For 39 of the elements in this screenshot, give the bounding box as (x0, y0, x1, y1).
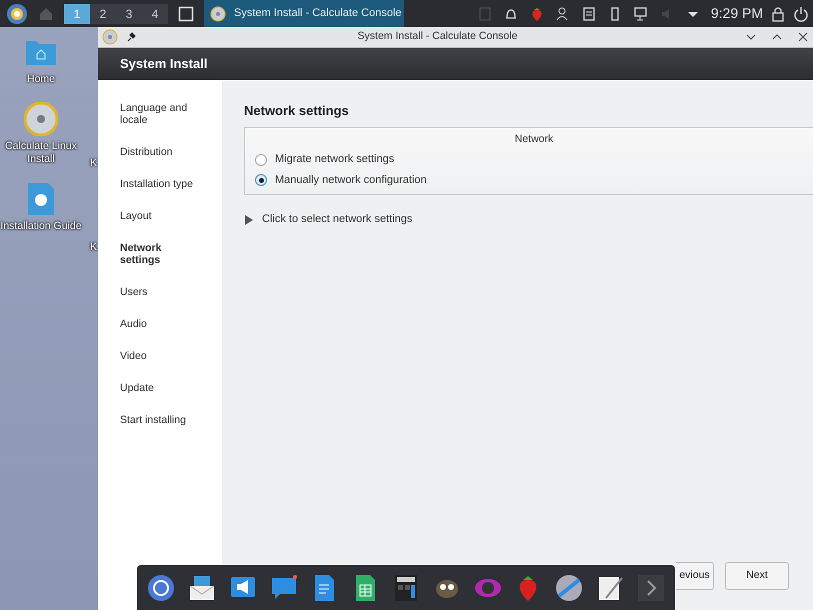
task-button[interactable]: System Install - Calculate Console (204, 0, 404, 27)
sidebar-item[interactable]: Users (120, 286, 148, 298)
show-desktop-icon[interactable] (178, 6, 194, 22)
desktop-switch[interactable]: 3 (116, 4, 142, 24)
expand-arrow-icon[interactable] (244, 214, 254, 224)
chat-icon[interactable] (270, 574, 298, 602)
radio-button[interactable] (255, 154, 267, 166)
close-icon[interactable] (797, 31, 809, 43)
network-icon[interactable] (632, 6, 649, 22)
disc-icon (210, 6, 226, 22)
sidebar-item[interactable]: Installation type (120, 178, 193, 190)
clock[interactable]: 9:29 PM (710, 3, 763, 24)
section-heading: Network settings (244, 102, 350, 120)
sidebar-item[interactable]: Distribution (120, 146, 173, 158)
dialog-button[interactable]: evious (676, 562, 714, 590)
radio-label[interactable]: Migrate network settings (275, 151, 394, 168)
sidebar-item[interactable]: Start installing (120, 414, 186, 426)
sidebar-item[interactable]: Update (120, 382, 154, 394)
mail-icon[interactable] (188, 574, 216, 602)
menu-icon[interactable] (6, 2, 28, 24)
window-header: System Install (120, 55, 208, 74)
browser-icon[interactable] (147, 574, 176, 602)
disc-icon (102, 29, 118, 45)
desktop-switch[interactable]: 4 (142, 4, 168, 24)
desktop-switch[interactable]: 2 (90, 4, 116, 24)
group-title: Network (514, 132, 554, 146)
sidebar-item[interactable]: Layout (120, 210, 152, 222)
lock-icon[interactable] (771, 6, 785, 22)
power-icon[interactable] (793, 6, 809, 22)
sidebar-item[interactable]: Video (120, 350, 147, 362)
sidebar-item[interactable]: Language and locale (120, 102, 202, 126)
sidebar-item[interactable]: Network settings (120, 242, 202, 266)
window-title: System Install - Calculate Console (356, 29, 518, 44)
document-icon[interactable] (580, 6, 597, 22)
sidebar-item[interactable]: Audio (120, 318, 147, 330)
radio-label[interactable]: Manually network configuration (275, 172, 427, 188)
radio-button[interactable] (255, 174, 267, 186)
expander-label[interactable]: Click to select network settings (262, 211, 412, 228)
dialog-button[interactable]: Next (725, 562, 789, 590)
